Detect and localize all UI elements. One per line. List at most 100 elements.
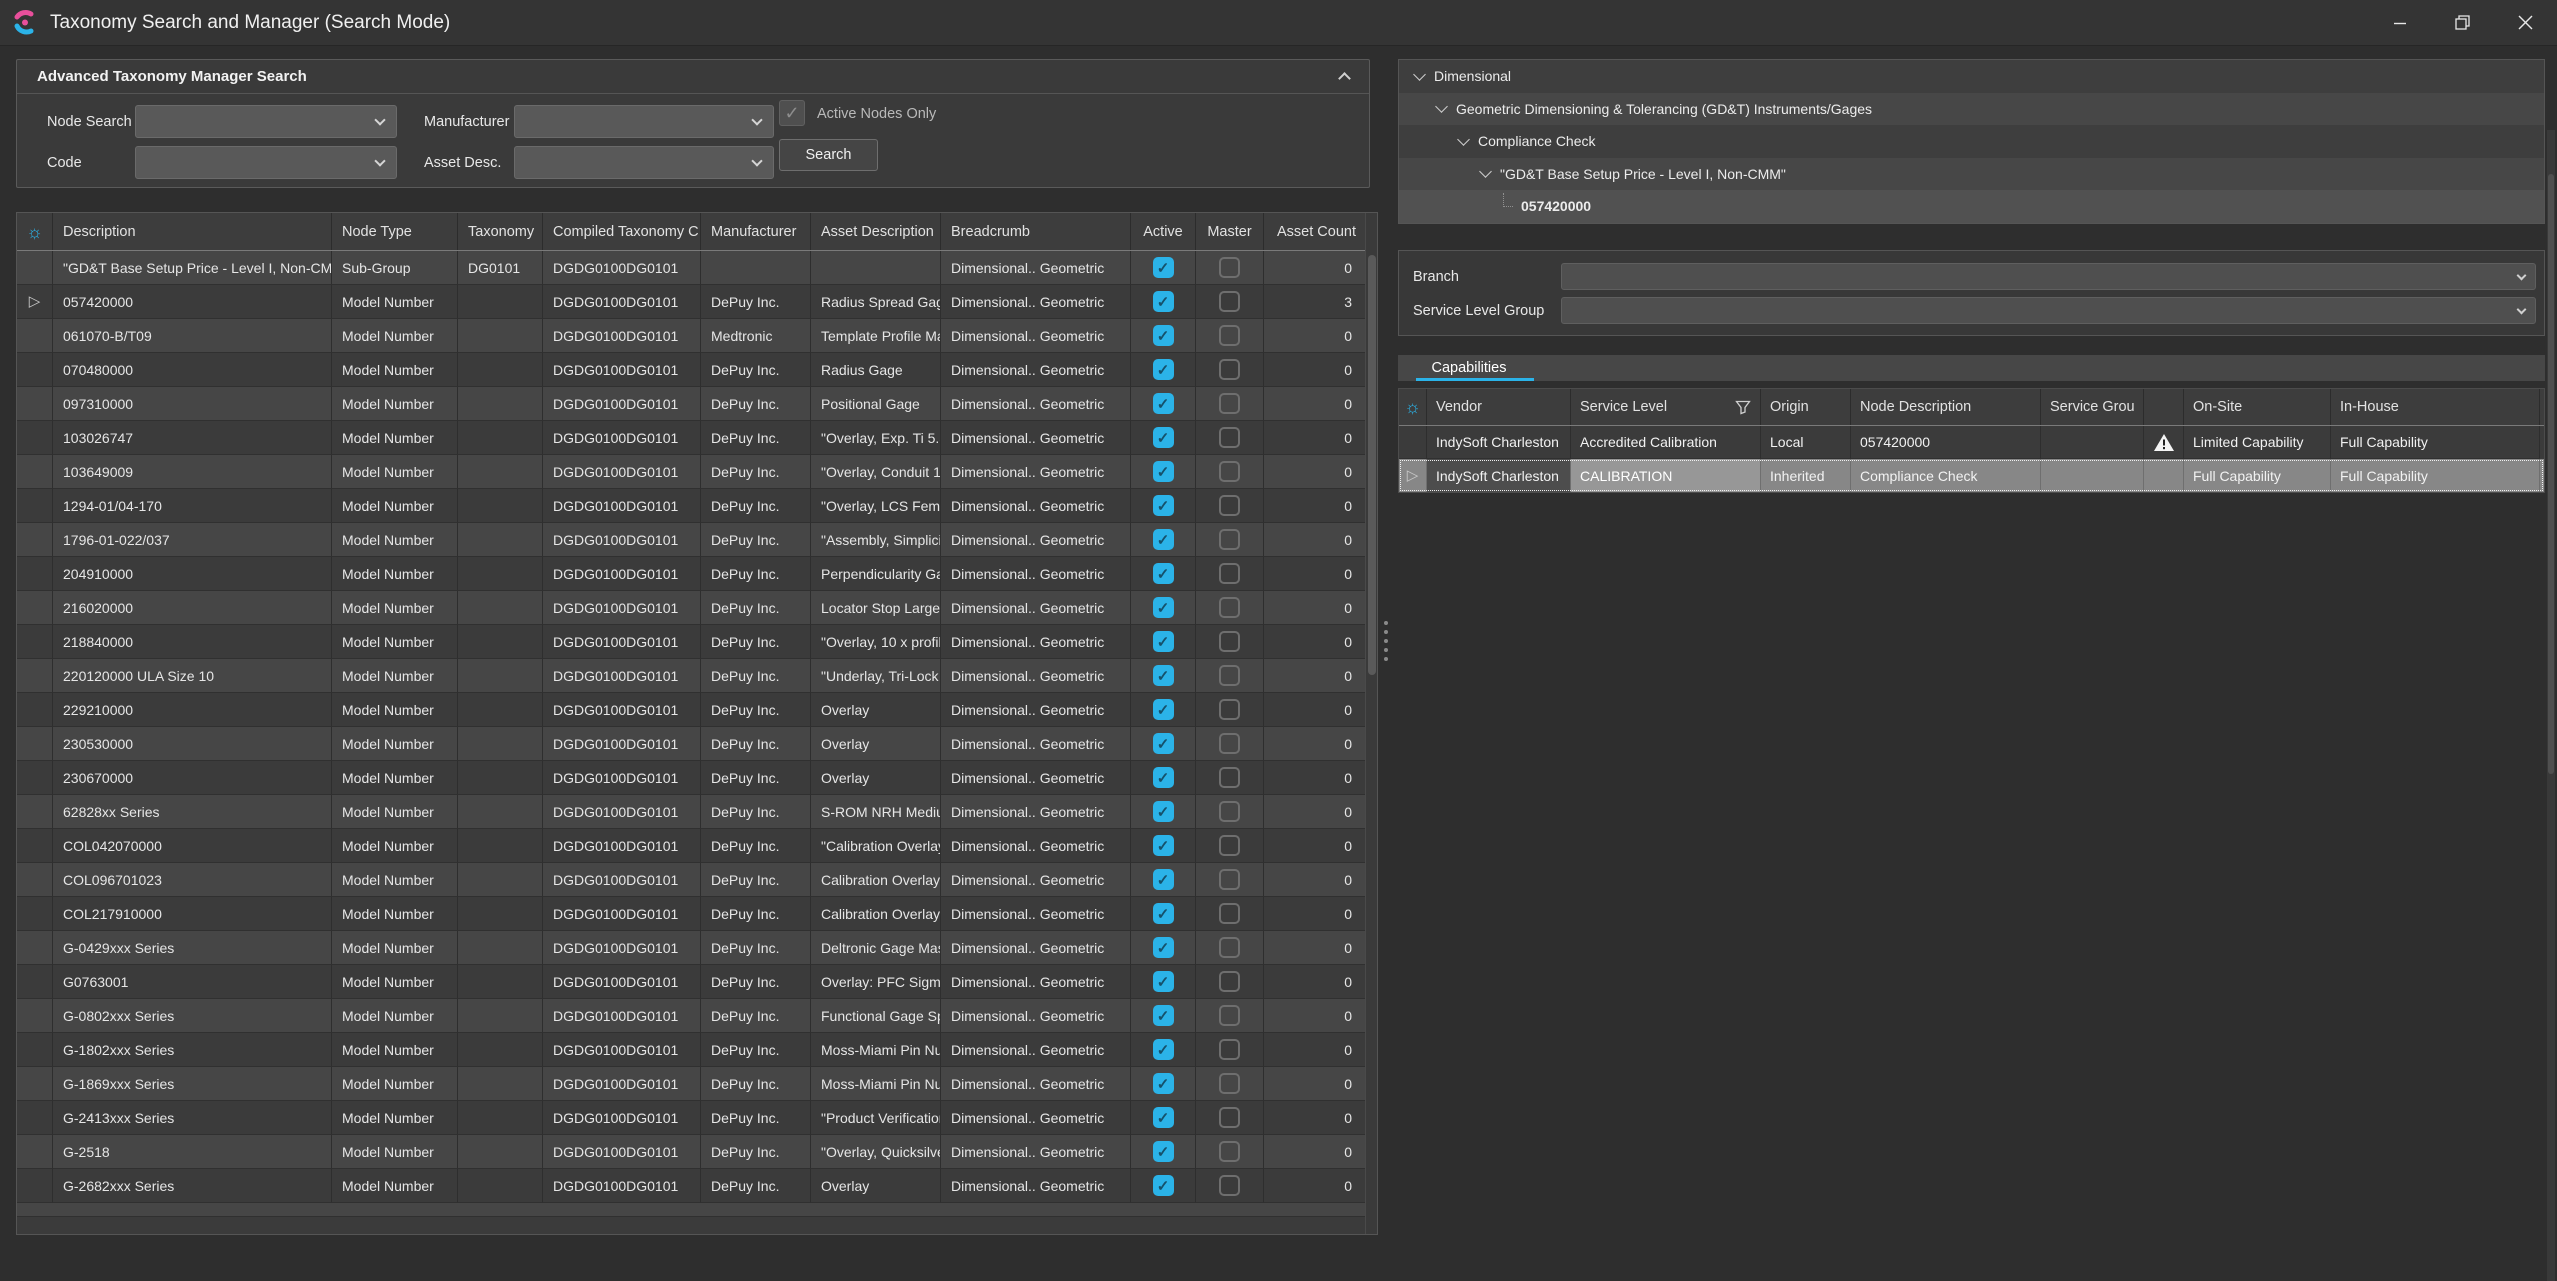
table-row[interactable]: G-0802xxx SeriesModel NumberDGDG0100DG01… [17,999,1367,1033]
table-row[interactable]: 230530000Model NumberDGDG0100DG0101DePuy… [17,727,1367,761]
row-expander-cell[interactable]: ▷ [17,285,53,319]
checked-checkbox[interactable]: ✓ [1153,937,1174,958]
checked-checkbox[interactable]: ✓ [1153,1073,1174,1094]
checked-checkbox[interactable]: ✓ [1153,801,1174,822]
checked-checkbox[interactable]: ✓ [1153,427,1174,448]
expand-row-icon[interactable]: ▷ [29,294,41,309]
checked-checkbox[interactable]: ✓ [1153,1141,1174,1162]
table-row[interactable]: G-1802xxx SeriesModel NumberDGDG0100DG01… [17,1033,1367,1067]
service-level-group-combobox[interactable] [1561,297,2536,324]
table-row[interactable]: 1796-01-022/037Model NumberDGDG0100DG010… [17,523,1367,557]
unchecked-checkbox[interactable] [1219,427,1240,448]
pane-splitter[interactable] [1381,46,1391,1235]
checked-checkbox[interactable]: ✓ [1153,1107,1174,1128]
column-header[interactable]: Taxonomy [458,213,543,250]
column-header[interactable]: Node Type [332,213,458,250]
checked-checkbox[interactable]: ✓ [1153,529,1174,550]
table-row[interactable]: 103026747Model NumberDGDG0100DG0101DePuy… [17,421,1367,455]
unchecked-checkbox[interactable] [1219,631,1240,652]
column-header[interactable]: Service Level [1571,389,1761,425]
unchecked-checkbox[interactable] [1219,733,1240,754]
checked-checkbox[interactable]: ✓ [1153,767,1174,788]
results-grid-scrollbar[interactable] [1365,213,1377,1234]
capability-row[interactable]: ▷IndySoft CharlestonCALIBRATIONInherited… [1399,459,2544,492]
code-combobox[interactable] [135,146,397,179]
unchecked-checkbox[interactable] [1219,393,1240,414]
column-header[interactable]: Compiled Taxonomy C [543,213,701,250]
unchecked-checkbox[interactable] [1219,1107,1240,1128]
unchecked-checkbox[interactable] [1219,1141,1240,1162]
expand-row-icon[interactable]: ▷ [1407,468,1419,483]
checked-checkbox[interactable]: ✓ [1153,869,1174,890]
column-header[interactable]: Breadcrumb [941,213,1131,250]
unchecked-checkbox[interactable] [1219,937,1240,958]
row-expander-cell[interactable]: ▷ [1399,459,1427,492]
tree-collapse-icon[interactable] [1413,68,1426,81]
unchecked-checkbox[interactable] [1219,1073,1240,1094]
table-row[interactable]: "GD&T Base Setup Price - Level I, Non-CM… [17,251,1367,285]
column-header[interactable]: Origin [1761,389,1851,425]
checked-checkbox[interactable]: ✓ [1153,325,1174,346]
table-row[interactable]: 097310000Model NumberDGDG0100DG0101DePuy… [17,387,1367,421]
table-row[interactable]: 62828xx SeriesModel NumberDGDG0100DG0101… [17,795,1367,829]
column-header-warning[interactable] [2144,389,2184,425]
table-row[interactable]: 230670000Model NumberDGDG0100DG0101DePuy… [17,761,1367,795]
unchecked-checkbox[interactable] [1219,529,1240,550]
table-row[interactable]: 1294-01/04-170Model NumberDGDG0100DG0101… [17,489,1367,523]
table-row[interactable]: G-0429xxx SeriesModel NumberDGDG0100DG01… [17,931,1367,965]
table-row[interactable]: 216020000Model NumberDGDG0100DG0101DePuy… [17,591,1367,625]
table-row[interactable]: COL217910000Model NumberDGDG0100DG0101De… [17,897,1367,931]
table-row[interactable]: G-2413xxx SeriesModel NumberDGDG0100DG01… [17,1101,1367,1135]
asset-desc-combobox[interactable] [514,146,774,179]
collapse-panel-button[interactable] [1333,66,1355,88]
unchecked-checkbox[interactable] [1219,665,1240,686]
unchecked-checkbox[interactable] [1219,461,1240,482]
unchecked-checkbox[interactable] [1219,563,1240,584]
tree-collapse-icon[interactable] [1435,100,1448,113]
close-button[interactable] [2494,0,2557,45]
branch-combobox[interactable] [1561,263,2536,290]
column-header[interactable]: Active [1131,213,1196,250]
filter-funnel-icon[interactable] [1735,400,1751,415]
checked-checkbox[interactable]: ✓ [1153,699,1174,720]
checked-checkbox[interactable]: ✓ [1153,903,1174,924]
unchecked-checkbox[interactable] [1219,1175,1240,1196]
column-header[interactable]: Description [53,213,332,250]
table-row[interactable]: ▷057420000Model NumberDGDG0100DG0101DePu… [17,285,1367,319]
tree-node[interactable]: "GD&T Base Setup Price - Level I, Non-CM… [1399,158,2544,191]
unchecked-checkbox[interactable] [1219,835,1240,856]
minimize-button[interactable] [2368,0,2431,45]
unchecked-checkbox[interactable] [1219,1005,1240,1026]
column-header[interactable]: Master [1196,213,1264,250]
table-row[interactable]: G-1869xxx SeriesModel NumberDGDG0100DG01… [17,1067,1367,1101]
column-header[interactable]: In-House [2331,389,2540,425]
unchecked-checkbox[interactable] [1219,903,1240,924]
tab-capabilities[interactable]: Capabilities [1398,355,1540,381]
grid-options-button[interactable]: ☼ [17,213,53,250]
column-header[interactable]: Service Grou [2041,389,2144,425]
manufacturer-combobox[interactable] [514,105,774,138]
column-header[interactable]: Vendor [1427,389,1571,425]
table-row[interactable]: 218840000Model NumberDGDG0100DG0101DePuy… [17,625,1367,659]
checked-checkbox[interactable]: ✓ [1153,631,1174,652]
table-row[interactable]: 061070-B/T09Model NumberDGDG0100DG0101Me… [17,319,1367,353]
tree-collapse-icon[interactable] [1479,165,1492,178]
table-row[interactable]: 204910000Model NumberDGDG0100DG0101DePuy… [17,557,1367,591]
tree-collapse-icon[interactable] [1457,133,1470,146]
table-row[interactable]: G0763001Model NumberDGDG0100DG0101DePuy … [17,965,1367,999]
checked-checkbox[interactable]: ✓ [1153,1175,1174,1196]
unchecked-checkbox[interactable] [1219,359,1240,380]
active-nodes-only-checkbox[interactable]: ✓ [779,100,805,126]
checked-checkbox[interactable]: ✓ [1153,597,1174,618]
column-header[interactable]: Node Description [1851,389,2041,425]
table-row[interactable]: COL096701023Model NumberDGDG0100DG0101De… [17,863,1367,897]
checked-checkbox[interactable]: ✓ [1153,665,1174,686]
unchecked-checkbox[interactable] [1219,971,1240,992]
unchecked-checkbox[interactable] [1219,257,1240,278]
table-row[interactable]: 220120000 ULA Size 10Model NumberDGDG010… [17,659,1367,693]
tree-node[interactable]: Geometric Dimensioning & Tolerancing (GD… [1399,93,2544,126]
tree-node[interactable]: Dimensional [1399,60,2544,93]
table-row[interactable]: COL042070000Model NumberDGDG0100DG0101De… [17,829,1367,863]
unchecked-checkbox[interactable] [1219,801,1240,822]
tree-node[interactable]: Compliance Check [1399,125,2544,158]
